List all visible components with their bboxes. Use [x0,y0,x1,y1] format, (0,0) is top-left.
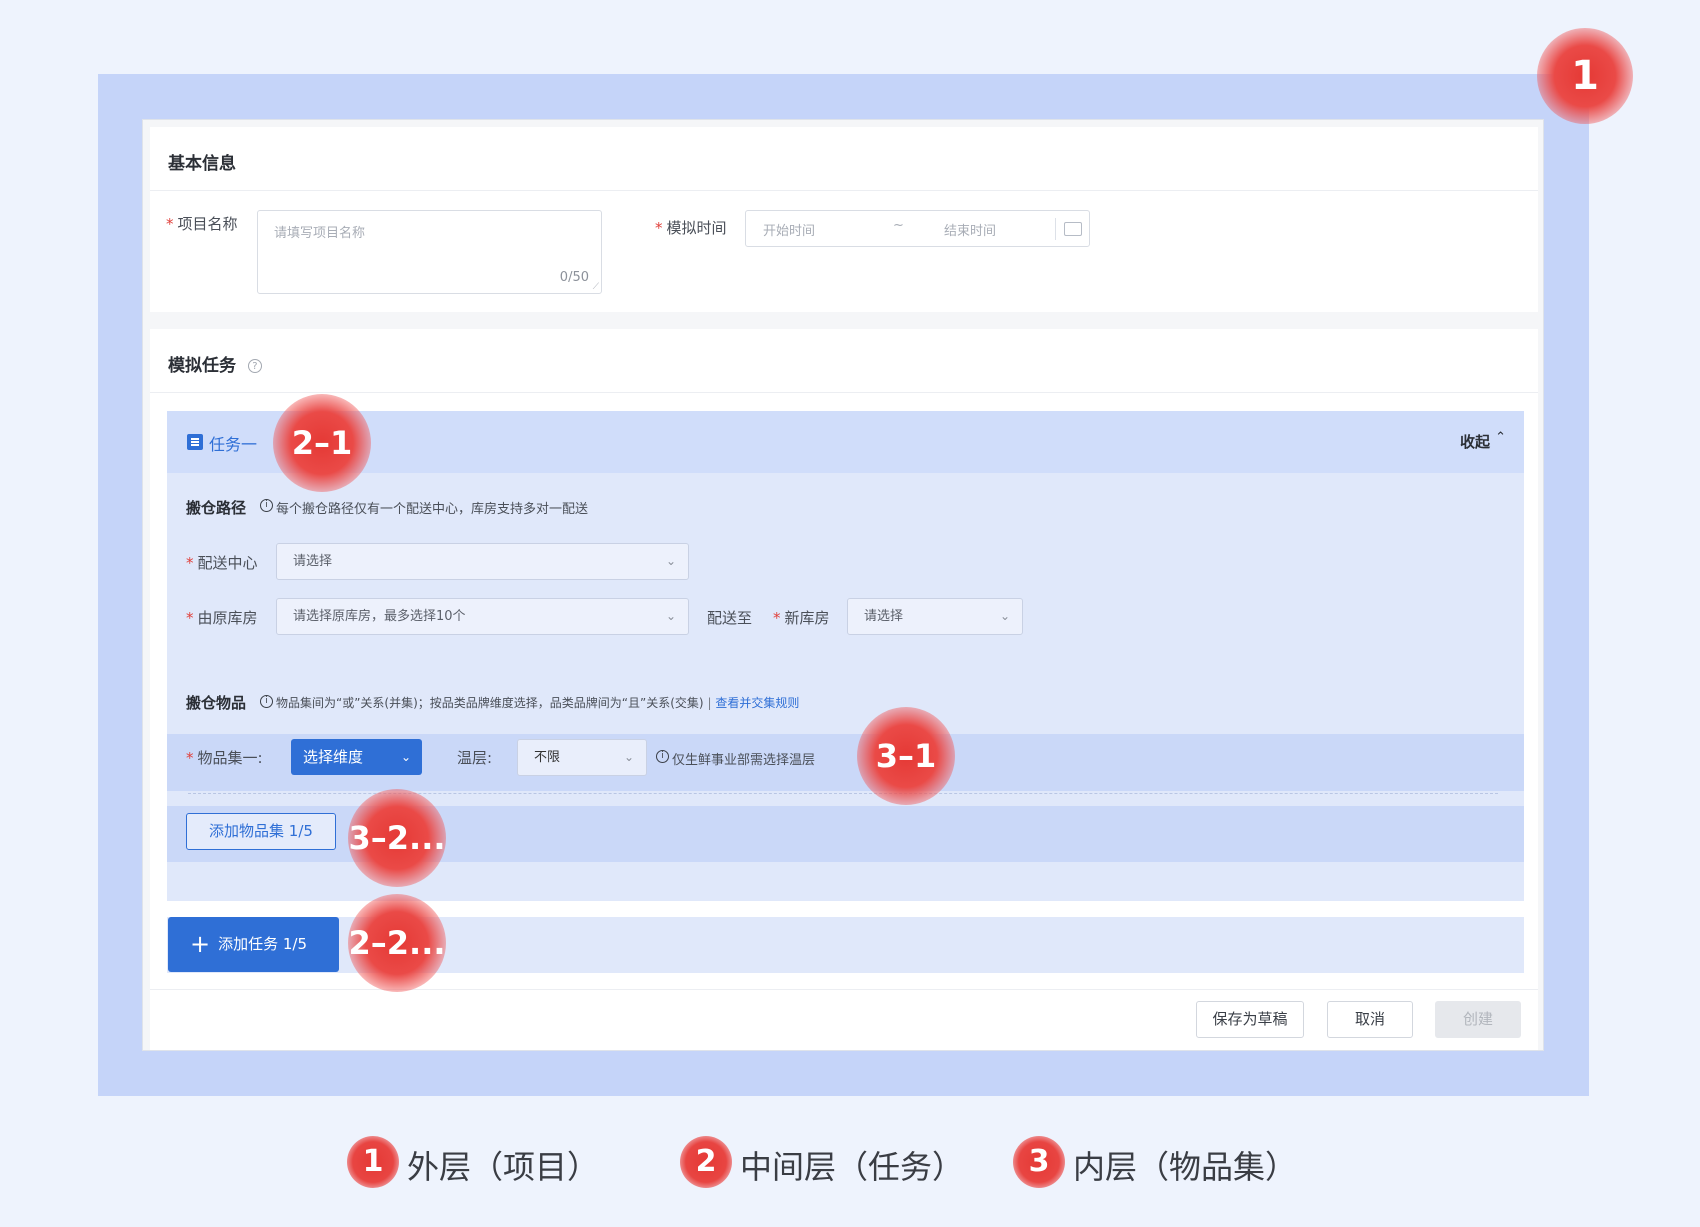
add-task-label: 添加任务 1/5 [218,935,308,953]
legend-text-3: 内层（物品集） [1073,1148,1298,1186]
goods-set-label: * 物品集一: [186,747,263,768]
divider [1055,218,1056,240]
marker-3-2: 3–2... [348,789,446,887]
add-goods-set-button[interactable]: 添加物品集 1/5 [186,813,336,850]
temp-hint: 仅生鲜事业部需选择温层 [672,753,816,768]
legend-text-1: 外层（项目） [407,1148,600,1186]
end-time-input[interactable]: 结束时间 [944,220,996,239]
chevron-up-icon[interactable]: ⌃ [1495,430,1506,445]
goods-hint: 物品集间为“或”关系(并集)；按品类品牌维度选择，品类品牌间为“且”关系(交集)… [276,694,799,711]
goods-hint-divider: | [707,696,712,710]
goods-hint-text: 物品集间为“或”关系(并集)；按品类品牌维度选择，品类品牌间为“且”关系(交集) [276,696,704,710]
project-name-textarea[interactable]: 请填写项目名称 0/50 ⟋ [257,210,602,294]
required-mark: * [186,749,194,767]
chevron-down-icon: ⌄ [665,554,676,568]
project-name-label-text: 项目名称 [177,215,238,233]
from-warehouse-select[interactable]: 请选择原库房，最多选择10个 ⌄ [276,598,689,635]
basic-info-title: 基本信息 [168,154,236,174]
dc-label: * 配送中心 [186,552,258,573]
sim-time-range-picker[interactable]: 开始时间 ~ 结束时间 [745,210,1090,247]
marker-3-1: 3–1 [857,707,955,805]
chevron-down-icon: ⌄ [623,750,634,764]
required-mark: * [186,609,194,627]
to-label: 配送至 [707,609,753,627]
marker-2-1: 2–1 [273,394,371,492]
from-warehouse-label: * 由原库房 [186,607,258,628]
rule-link[interactable]: 查看并交集规则 [715,696,799,710]
help-icon[interactable]: ? [247,359,262,373]
project-name-label: * 项目名称 [166,213,238,234]
required-mark: * [166,215,174,233]
marker-2-2: 2–2... [348,894,446,992]
project-name-placeholder: 请填写项目名称 [274,226,366,241]
select-dimension-button[interactable]: 选择维度 ⌄ [291,739,422,775]
dc-select[interactable]: 请选择 ⌄ [276,543,689,580]
select-dimension-label: 选择维度 [303,748,364,766]
legend-text-2: 中间层（任务） [740,1148,965,1186]
resize-handle-icon[interactable]: ⟋ [593,282,599,292]
dc-select-placeholder: 请选择 [293,554,333,569]
required-mark: * [655,219,663,237]
from-warehouse-placeholder: 请选择原库房，最多选择10个 [293,609,466,624]
range-separator: ~ [893,218,904,233]
sim-task-title: 模拟任务 ? [168,351,262,376]
cancel-button[interactable]: 取消 [1327,1001,1413,1038]
route-hint: 每个搬仓路径仅有一个配送中心，库房支持多对一配送 [276,502,589,517]
divider [150,190,1538,191]
save-draft-button[interactable]: 保存为草稿 [1196,1001,1304,1038]
legend-num-3: 3 [1013,1136,1065,1188]
project-name-counter: 0/50 [559,270,589,285]
required-mark: * [773,609,781,627]
divider [150,392,1538,393]
info-icon: i [260,499,273,512]
marker-1: 1 [1537,28,1633,124]
info-icon: i [260,695,273,708]
plus-icon: + [190,930,211,958]
new-warehouse-placeholder: 请选择 [864,609,904,624]
sim-time-label: * 模拟时间 [655,217,727,238]
goods-label: 搬仓物品 [186,694,247,712]
chevron-down-icon: ⌄ [665,609,676,623]
temp-select-value: 不限 [534,750,561,765]
route-label: 搬仓路径 [186,499,247,517]
calendar-icon[interactable] [1064,222,1082,236]
add-task-button[interactable]: + 添加任务 1/5 [168,917,339,972]
doc-lines [191,438,199,440]
sim-time-label-text: 模拟时间 [666,219,727,237]
collapse-button[interactable]: 收起 [1460,431,1490,452]
goods-set-label-text: 物品集一: [197,749,263,767]
temp-select[interactable]: 不限 ⌄ [517,739,647,776]
legend-num-2: 2 [680,1136,732,1188]
required-mark: * [186,554,194,572]
basic-info-section: 基本信息 * 项目名称 请填写项目名称 0/50 ⟋ * 模拟时间 开始时间 ~ 结… [150,127,1538,312]
chevron-down-icon: ⌄ [999,609,1010,623]
create-button[interactable]: 创建 [1435,1001,1521,1038]
dc-label-text: 配送中心 [197,554,258,572]
from-warehouse-label-text: 由原库房 [197,609,258,627]
task-title: 任务一 [209,435,258,454]
legend-num-1: 1 [347,1136,399,1188]
new-warehouse-select[interactable]: 请选择 ⌄ [847,598,1023,635]
chevron-down-icon: ⌄ [400,750,411,764]
new-warehouse-label-text: 新库房 [784,609,830,627]
temp-label: 温层: [457,749,493,767]
new-warehouse-label: * 新库房 [773,607,830,628]
task-doc-icon [187,434,203,450]
info-icon: i [656,750,669,763]
sim-task-title-text: 模拟任务 [168,356,236,376]
start-time-input[interactable]: 开始时间 [763,220,815,239]
